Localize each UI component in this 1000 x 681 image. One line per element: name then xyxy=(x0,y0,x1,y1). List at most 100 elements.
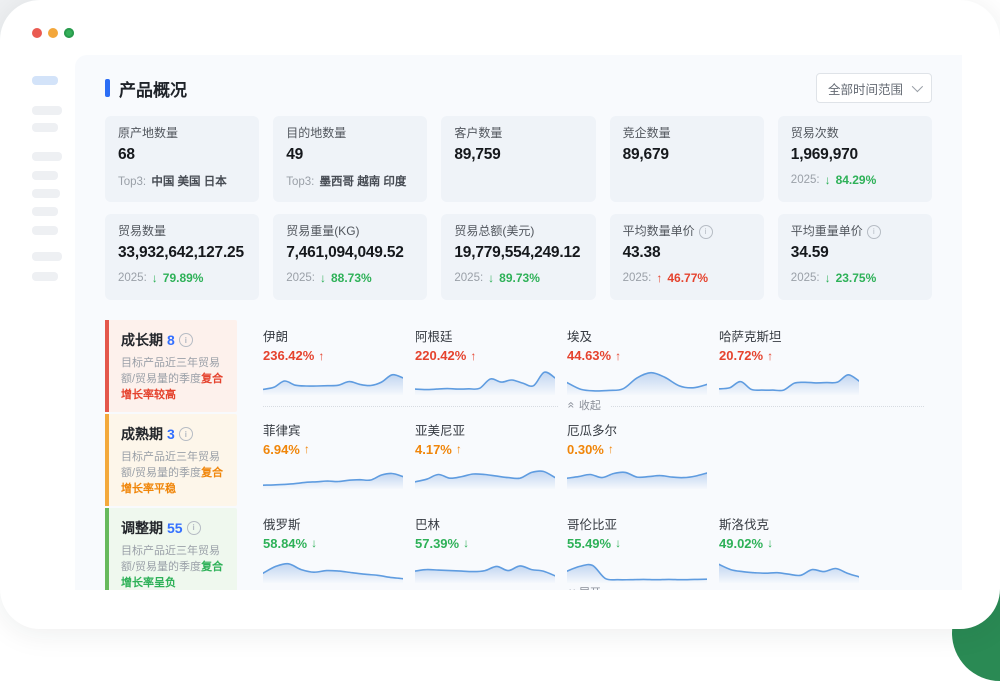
sidebar-nav-item[interactable] xyxy=(32,252,62,261)
country-cell[interactable]: 埃及44.63%↑ xyxy=(567,326,719,395)
toggle-collapse-button[interactable]: «收起 xyxy=(559,397,610,413)
stat-trend-year: 2025: xyxy=(454,272,483,284)
stat-card: 目的地数量49Top3: 墨西哥 越南 印度 xyxy=(273,116,427,202)
stat-top3: Top3: 中国 美国 日本 xyxy=(118,173,246,189)
country-cell[interactable]: 斯洛伐克49.02%↓ xyxy=(719,514,871,583)
info-icon[interactable]: i xyxy=(179,427,193,441)
stage-name: 调整期 xyxy=(121,518,163,538)
trend-up-icon: ↑ xyxy=(304,442,310,456)
stage-count: 8 xyxy=(167,332,175,348)
country-growth-pct: 58.84% ↓ xyxy=(263,536,415,551)
country-growth-pct: 55.49%↓ xyxy=(567,536,719,551)
info-icon[interactable]: i xyxy=(699,225,713,239)
sidebar-nav-item[interactable] xyxy=(32,152,62,161)
stat-label: 原产地数量 xyxy=(118,126,246,141)
main-panel: 产品概况 全部时间范围 原产地数量68Top3: 中国 美国 日本目的地数量49… xyxy=(75,55,962,590)
country-cell[interactable]: 哈萨克斯坦20.72%↑ xyxy=(719,326,871,395)
sidebar-nav-item[interactable] xyxy=(32,123,58,132)
stage-count: 3 xyxy=(167,426,175,442)
country-growth-value: 0.30% xyxy=(567,442,604,457)
country-cell[interactable]: 巴林57.39%↓ xyxy=(415,514,567,583)
trend-up-icon: ↑ xyxy=(615,349,621,363)
stat-label: 贸易次数 xyxy=(791,126,919,141)
stat-trend: 2025:↓89.73% xyxy=(454,271,582,285)
country-growth-value: 236.42% xyxy=(263,348,314,363)
sidebar-nav-item-active[interactable] xyxy=(32,76,58,85)
stat-trend-year: 2025: xyxy=(623,272,652,284)
info-icon[interactable]: i xyxy=(187,521,201,535)
stat-value: 33,932,642,127.25 xyxy=(118,244,246,262)
stat-label: 贸易数量 xyxy=(118,224,246,239)
sidebar-nav-item[interactable] xyxy=(32,207,58,216)
trend-down-icon: ↓ xyxy=(463,536,469,550)
country-growth-value: 49.02% xyxy=(719,536,763,551)
country-cell[interactable]: 阿根廷220.42%↑ xyxy=(415,326,567,395)
country-growth-pct: 4.17%↑ xyxy=(415,442,567,457)
stage-description-highlight: 复合增长率平稳 xyxy=(121,467,223,495)
minimize-button[interactable] xyxy=(48,28,58,38)
sparkline-chart xyxy=(567,553,707,583)
stage-section: 成长期8i目标产品近三年贸易额/贸易量的季度复合增长率较高伊朗236.42%↑阿… xyxy=(105,320,932,590)
country-cell[interactable]: 菲律宾6.94%↑ xyxy=(263,420,415,489)
country-growth-value: 55.49% xyxy=(567,536,611,551)
stage-name: 成长期 xyxy=(121,330,163,350)
zoom-button[interactable] xyxy=(64,28,74,38)
stat-trend: 2025:↓88.73% xyxy=(286,271,414,285)
trend-up-icon: ↑ xyxy=(767,349,773,363)
stat-label: 客户数量 xyxy=(454,126,582,141)
page-title: 产品概况 xyxy=(119,76,187,101)
sparkline-chart xyxy=(263,459,403,489)
stat-card: 贸易重量(KG)7,461,094,049.522025:↓88.73% xyxy=(273,214,427,300)
toggle-expand-button[interactable]: «展开 xyxy=(559,584,610,590)
stat-label: 平均重量单价i xyxy=(791,224,919,239)
country-name: 亚美尼亚 xyxy=(415,420,567,439)
sparkline-chart xyxy=(567,365,707,395)
sidebar-nav-item[interactable] xyxy=(32,106,62,115)
stat-card: 竞企数量89,679 xyxy=(610,116,764,202)
stat-trend-year: 2025: xyxy=(791,272,820,284)
sidebar-nav-item[interactable] xyxy=(32,171,58,180)
country-growth-value: 58.84% xyxy=(263,536,307,551)
stage-charts: 菲律宾6.94%↑亚美尼亚 4.17%↑厄瓜多尔0.30%↑ xyxy=(237,414,932,506)
stage-row: 成熟期3i目标产品近三年贸易额/贸易量的季度复合增长率平稳菲律宾6.94%↑亚美… xyxy=(105,414,932,506)
trend-up-icon: ↑ xyxy=(656,271,662,285)
country-growth-pct: 220.42%↑ xyxy=(415,348,567,363)
country-cell[interactable]: 伊朗236.42%↑ xyxy=(263,326,415,395)
trend-down-icon: ↓ xyxy=(311,536,317,550)
country-growth-value: 20.72% xyxy=(719,348,763,363)
collapse-icon: « xyxy=(566,401,578,408)
country-cell[interactable]: 哥伦比亚55.49%↓ xyxy=(567,514,719,583)
info-icon[interactable]: i xyxy=(179,333,193,347)
stat-value: 19,779,554,249.12 xyxy=(454,244,582,262)
info-icon[interactable]: i xyxy=(867,225,881,239)
country-cell[interactable]: 厄瓜多尔0.30%↑ xyxy=(567,420,719,489)
sidebar-nav-item[interactable] xyxy=(32,226,58,235)
time-range-select[interactable]: 全部时间范围 xyxy=(816,73,932,103)
country-cell[interactable]: 俄罗斯58.84%↓ xyxy=(263,514,415,583)
stage-description: 目标产品近三年贸易额/贸易量的季度复合增长率较高 xyxy=(121,356,227,404)
stage-description-highlight: 复合增长率呈负 xyxy=(121,561,223,589)
chevron-down-icon xyxy=(912,81,923,92)
stat-trend-pct: 84.29% xyxy=(836,173,877,187)
close-button[interactable] xyxy=(32,28,42,38)
toggle-label: 收起 xyxy=(579,397,601,413)
trend-down-icon: ↓ xyxy=(767,536,773,550)
stat-trend: 2025:↓79.89% xyxy=(118,271,246,285)
stat-card: 贸易次数1,969,9702025:↓84.29% xyxy=(778,116,932,202)
sidebar-nav-item[interactable] xyxy=(32,272,58,281)
trend-down-icon: ↓ xyxy=(488,271,494,285)
stage-title: 成长期8i xyxy=(121,330,227,350)
sidebar-nav-item[interactable] xyxy=(32,189,60,198)
trend-up-icon: ↑ xyxy=(470,349,476,363)
stage-row: 成长期8i 目标产品近三年贸易额/贸易量的季度复合增长率较高伊朗236.42%↑阿… xyxy=(105,320,932,412)
stage-description: 目标产品近三年贸易额/贸易量的季度复合增长率平稳 xyxy=(121,450,227,498)
stat-card: 平均重量单价i34.592025:↓23.75% xyxy=(778,214,932,300)
expand-icon: « xyxy=(566,589,578,590)
stat-trend: 2025:↓84.29% xyxy=(791,173,919,187)
sparkline-chart xyxy=(415,459,555,489)
stage-title: 调整期55i xyxy=(121,518,227,538)
country-cell[interactable]: 亚美尼亚 4.17%↑ xyxy=(415,420,567,489)
stat-trend-pct: 88.73% xyxy=(331,271,372,285)
country-growth-pct: 20.72% ↑ xyxy=(719,348,871,363)
country-growth-value: 57.39% xyxy=(415,536,459,551)
